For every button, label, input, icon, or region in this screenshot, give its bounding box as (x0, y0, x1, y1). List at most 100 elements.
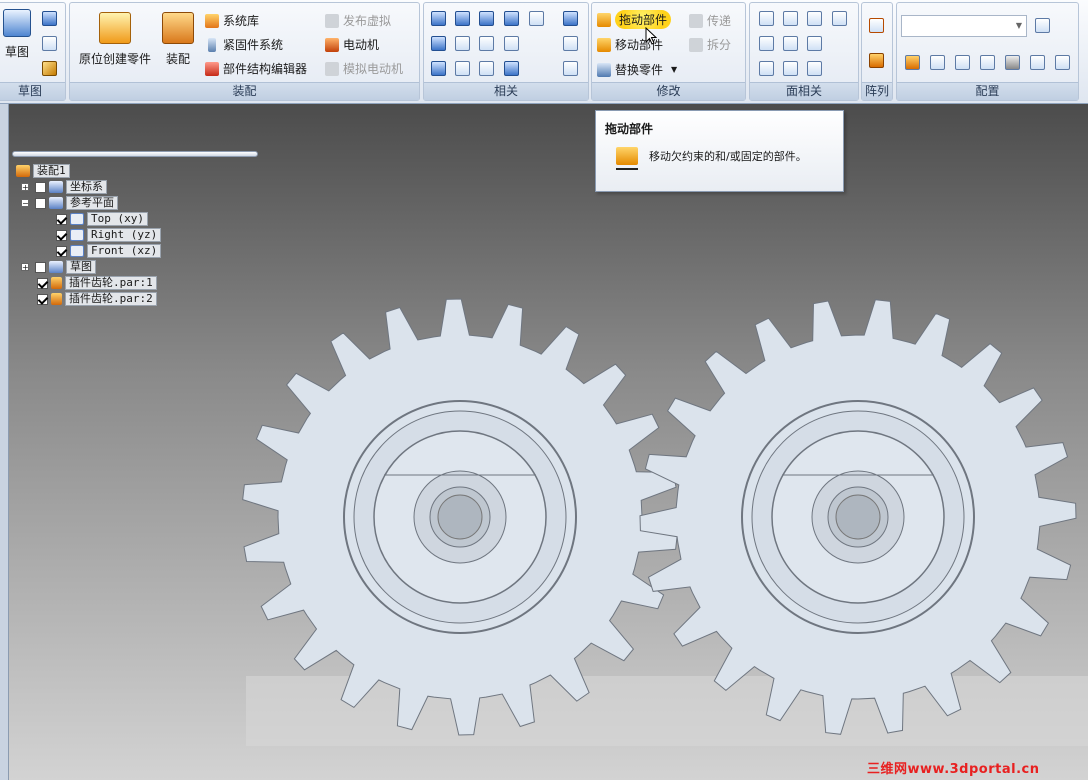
tangent-icon[interactable] (455, 36, 470, 51)
tree-item-sketch[interactable]: + 草图 (21, 260, 96, 274)
simulate-motor-button[interactable]: 模拟电动机 (325, 60, 403, 77)
face-relate-icon-5[interactable] (759, 36, 774, 51)
ribbon: 草图 草图 原位创建零件 装配 系统库 紧固件系统 部件结构编辑器 发布虚拟 电… (0, 0, 1088, 104)
part-icon (51, 293, 62, 305)
configuration-select[interactable]: ▼ (901, 15, 1027, 37)
visibility-checkbox[interactable] (56, 245, 67, 257)
gear-assembly-canvas[interactable] (8, 104, 1088, 780)
assembly-group-label: 装配 (70, 82, 419, 100)
left-panel-edge[interactable] (0, 104, 9, 780)
visibility-checkbox[interactable] (35, 261, 46, 273)
tree-item-plane-front[interactable]: Front (xz) (56, 244, 162, 258)
motor-button[interactable]: 电动机 (325, 36, 379, 53)
tree-root[interactable]: 装配1 (16, 164, 70, 178)
center-plane-icon[interactable] (504, 61, 519, 76)
drag-component-icon (597, 12, 611, 27)
face-relate-icon-8[interactable] (759, 61, 774, 76)
pattern-group: 阵列 (861, 2, 893, 101)
tree-item-part-1[interactable]: 插件齿轮.par:1 (37, 276, 157, 290)
face-relate-icon-10[interactable] (807, 61, 822, 76)
visibility-checkbox[interactable] (35, 197, 46, 209)
sketch-button[interactable]: 草图 (0, 9, 35, 60)
axial-align-icon[interactable] (479, 11, 494, 26)
modify-group-label: 修改 (592, 82, 745, 100)
fastener-system-button[interactable]: 紧固件系统 (205, 36, 283, 53)
create-in-place-button[interactable]: 原位创建零件 (74, 12, 156, 67)
camera-icon[interactable] (1005, 55, 1020, 70)
motor-icon (325, 37, 339, 52)
expand-icon[interactable]: + (21, 263, 29, 272)
sketch-tool-icon-1[interactable] (42, 11, 57, 26)
face-relate-icon-2[interactable] (783, 11, 798, 26)
pattern-mirror-icon[interactable] (869, 53, 884, 68)
tree-item-ref-planes[interactable]: − 参考平面 (21, 196, 118, 210)
disperse-button[interactable]: 拆分 (689, 36, 731, 53)
face-relate-group: 面相关 (749, 2, 859, 101)
gear-1-ring-6 (437, 494, 483, 540)
visibility-checkbox[interactable] (56, 213, 67, 225)
sketch-icon (3, 9, 31, 37)
cam-icon[interactable] (479, 36, 494, 51)
chevron-down-icon: ▼ (1015, 21, 1022, 30)
assemble-button[interactable]: 装配 (162, 12, 194, 67)
drag-component-button[interactable]: 拖动部件 (597, 10, 672, 29)
config-save-icon[interactable] (1035, 18, 1050, 33)
sketch-tool-icon-2[interactable] (42, 36, 57, 51)
pathfinder-resize-handle[interactable] (12, 151, 258, 157)
config-icon-2[interactable] (930, 55, 945, 70)
coordinate-system-icon (49, 181, 63, 193)
pattern-icon[interactable] (869, 18, 884, 33)
chevron-down-icon[interactable]: ▼ (671, 65, 677, 74)
replace-part-button[interactable]: 替换零件 ▼ (597, 61, 677, 78)
visibility-checkbox[interactable] (35, 181, 46, 193)
visibility-checkbox[interactable] (37, 293, 48, 305)
config-icon-5[interactable] (1030, 55, 1045, 70)
sketch-icon (49, 261, 63, 273)
face-relate-icon-9[interactable] (783, 61, 798, 76)
tooltip-description: 移动欠约束的和/或固定的部件。 (649, 150, 807, 163)
face-relate-icon-1[interactable] (759, 11, 774, 26)
mouse-cursor-icon (645, 27, 657, 45)
collapse-icon[interactable]: − (21, 199, 29, 208)
plane-icon (70, 213, 84, 225)
structure-editor-button[interactable]: 部件结构编辑器 (205, 60, 307, 77)
config-icon-6[interactable] (1055, 55, 1070, 70)
config-icon-3[interactable] (955, 55, 970, 70)
config-icon-1[interactable] (905, 55, 920, 70)
tree-item-coord-system[interactable]: + 坐标系 (21, 180, 107, 194)
face-relate-icon-3[interactable] (807, 11, 822, 26)
relate-extra-icon-2[interactable] (563, 36, 578, 51)
visibility-checkbox[interactable] (56, 229, 67, 241)
connect-icon[interactable] (504, 11, 519, 26)
publish-virtual-button[interactable]: 发布虚拟 (325, 12, 391, 29)
insert-icon[interactable] (431, 36, 446, 51)
parallel-icon[interactable] (431, 61, 446, 76)
transfer-button[interactable]: 传递 (689, 12, 731, 29)
publish-virtual-icon (325, 13, 339, 28)
rigid-set-icon[interactable] (479, 61, 494, 76)
face-relate-icon-4[interactable] (832, 11, 847, 26)
gear-relate-icon[interactable] (504, 36, 519, 51)
relate-extra-icon-3[interactable] (563, 61, 578, 76)
path-icon[interactable] (455, 61, 470, 76)
move-component-icon (597, 37, 611, 52)
graphics-viewport[interactable] (8, 104, 1088, 780)
pencil-icon[interactable] (42, 61, 57, 76)
relate-extra-icon-1[interactable] (563, 11, 578, 26)
visibility-checkbox[interactable] (37, 277, 48, 289)
face-relate-icon-6[interactable] (783, 36, 798, 51)
mate-icon[interactable] (431, 11, 446, 26)
tree-item-plane-top[interactable]: Top (xy) (56, 212, 148, 226)
planar-align-icon[interactable] (455, 11, 470, 26)
config-icon-4[interactable] (980, 55, 995, 70)
drag-component-icon (616, 147, 638, 165)
face-relate-icon-7[interactable] (807, 36, 822, 51)
angle-icon[interactable] (529, 11, 544, 26)
config-group: ▼ 配置 (896, 2, 1079, 101)
expand-icon[interactable]: + (21, 183, 29, 192)
transfer-icon (689, 13, 703, 28)
system-library-button[interactable]: 系统库 (205, 12, 259, 29)
tree-item-part-2[interactable]: 插件齿轮.par:2 (37, 292, 157, 306)
disperse-icon (689, 37, 703, 52)
tree-item-plane-right[interactable]: Right (yz) (56, 228, 162, 242)
